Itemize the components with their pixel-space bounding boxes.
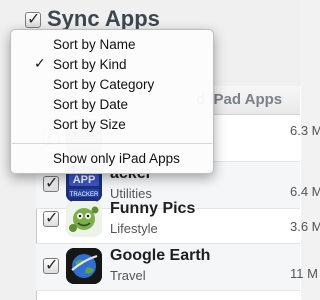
- app-category: Lifestyle: [110, 221, 158, 236]
- svg-text:APP: APP: [73, 174, 96, 186]
- app-checkbox[interactable]: ✓: [43, 173, 59, 192]
- checkmark-icon: ✓: [45, 208, 59, 227]
- app-size: 11 M: [290, 266, 318, 281]
- checkmark-icon: ✓: [27, 9, 41, 28]
- funny-pics-icon: [66, 201, 102, 237]
- menu-item-label: Sort by Date: [53, 97, 129, 112]
- app-name: Google Earth: [110, 247, 211, 264]
- app-row[interactable]: ✓ Funny Pics Lifestyle 3.6 M: [36, 197, 320, 244]
- menu-item-sort-by-size[interactable]: Sort by Size: [11, 115, 213, 135]
- app-name: Funny Pics: [110, 200, 196, 217]
- checkmark-icon: ✓: [34, 56, 46, 72]
- menu-separator: [12, 143, 212, 144]
- app-row[interactable]: ✓ Google Earth Travel 11 M: [36, 244, 318, 291]
- sync-apps-checkbox[interactable]: ✓: [25, 9, 42, 29]
- checkmark-icon: ✓: [45, 173, 59, 192]
- menu-item-sort-by-date[interactable]: Sort by Date: [11, 95, 213, 115]
- app-category: Travel: [110, 268, 146, 283]
- app-checkbox[interactable]: ✓: [43, 255, 59, 274]
- menu-item-label: Sort by Kind: [53, 57, 127, 72]
- sort-menu[interactable]: Sort by Name ✓ Sort by Kind Sort by Cate…: [10, 29, 214, 174]
- menu-item-label: Sort by Size: [53, 117, 126, 132]
- app-checkbox[interactable]: ✓: [43, 208, 59, 227]
- menu-item-show-only-ipad-apps[interactable]: Show only iPad Apps: [11, 149, 213, 169]
- itunes-sync-apps-pane: ✓ Sync Apps d iPad Apps ✓ 6.3 M ✓ APP TR…: [0, 0, 320, 300]
- menu-item-sort-by-name[interactable]: Sort by Name: [11, 35, 213, 55]
- menu-item-label: Sort by Name: [53, 37, 136, 52]
- google-earth-icon: [66, 248, 102, 284]
- menu-item-label: Show only iPad Apps: [53, 151, 180, 166]
- app-size: 3.6 M: [290, 219, 320, 234]
- menu-item-label: Sort by Category: [53, 77, 155, 92]
- menu-item-sort-by-kind[interactable]: ✓ Sort by Kind: [11, 55, 213, 75]
- app-size: 6.3 M: [290, 123, 320, 138]
- menu-item-sort-by-category[interactable]: Sort by Category: [11, 75, 213, 95]
- checkmark-icon: ✓: [45, 255, 59, 274]
